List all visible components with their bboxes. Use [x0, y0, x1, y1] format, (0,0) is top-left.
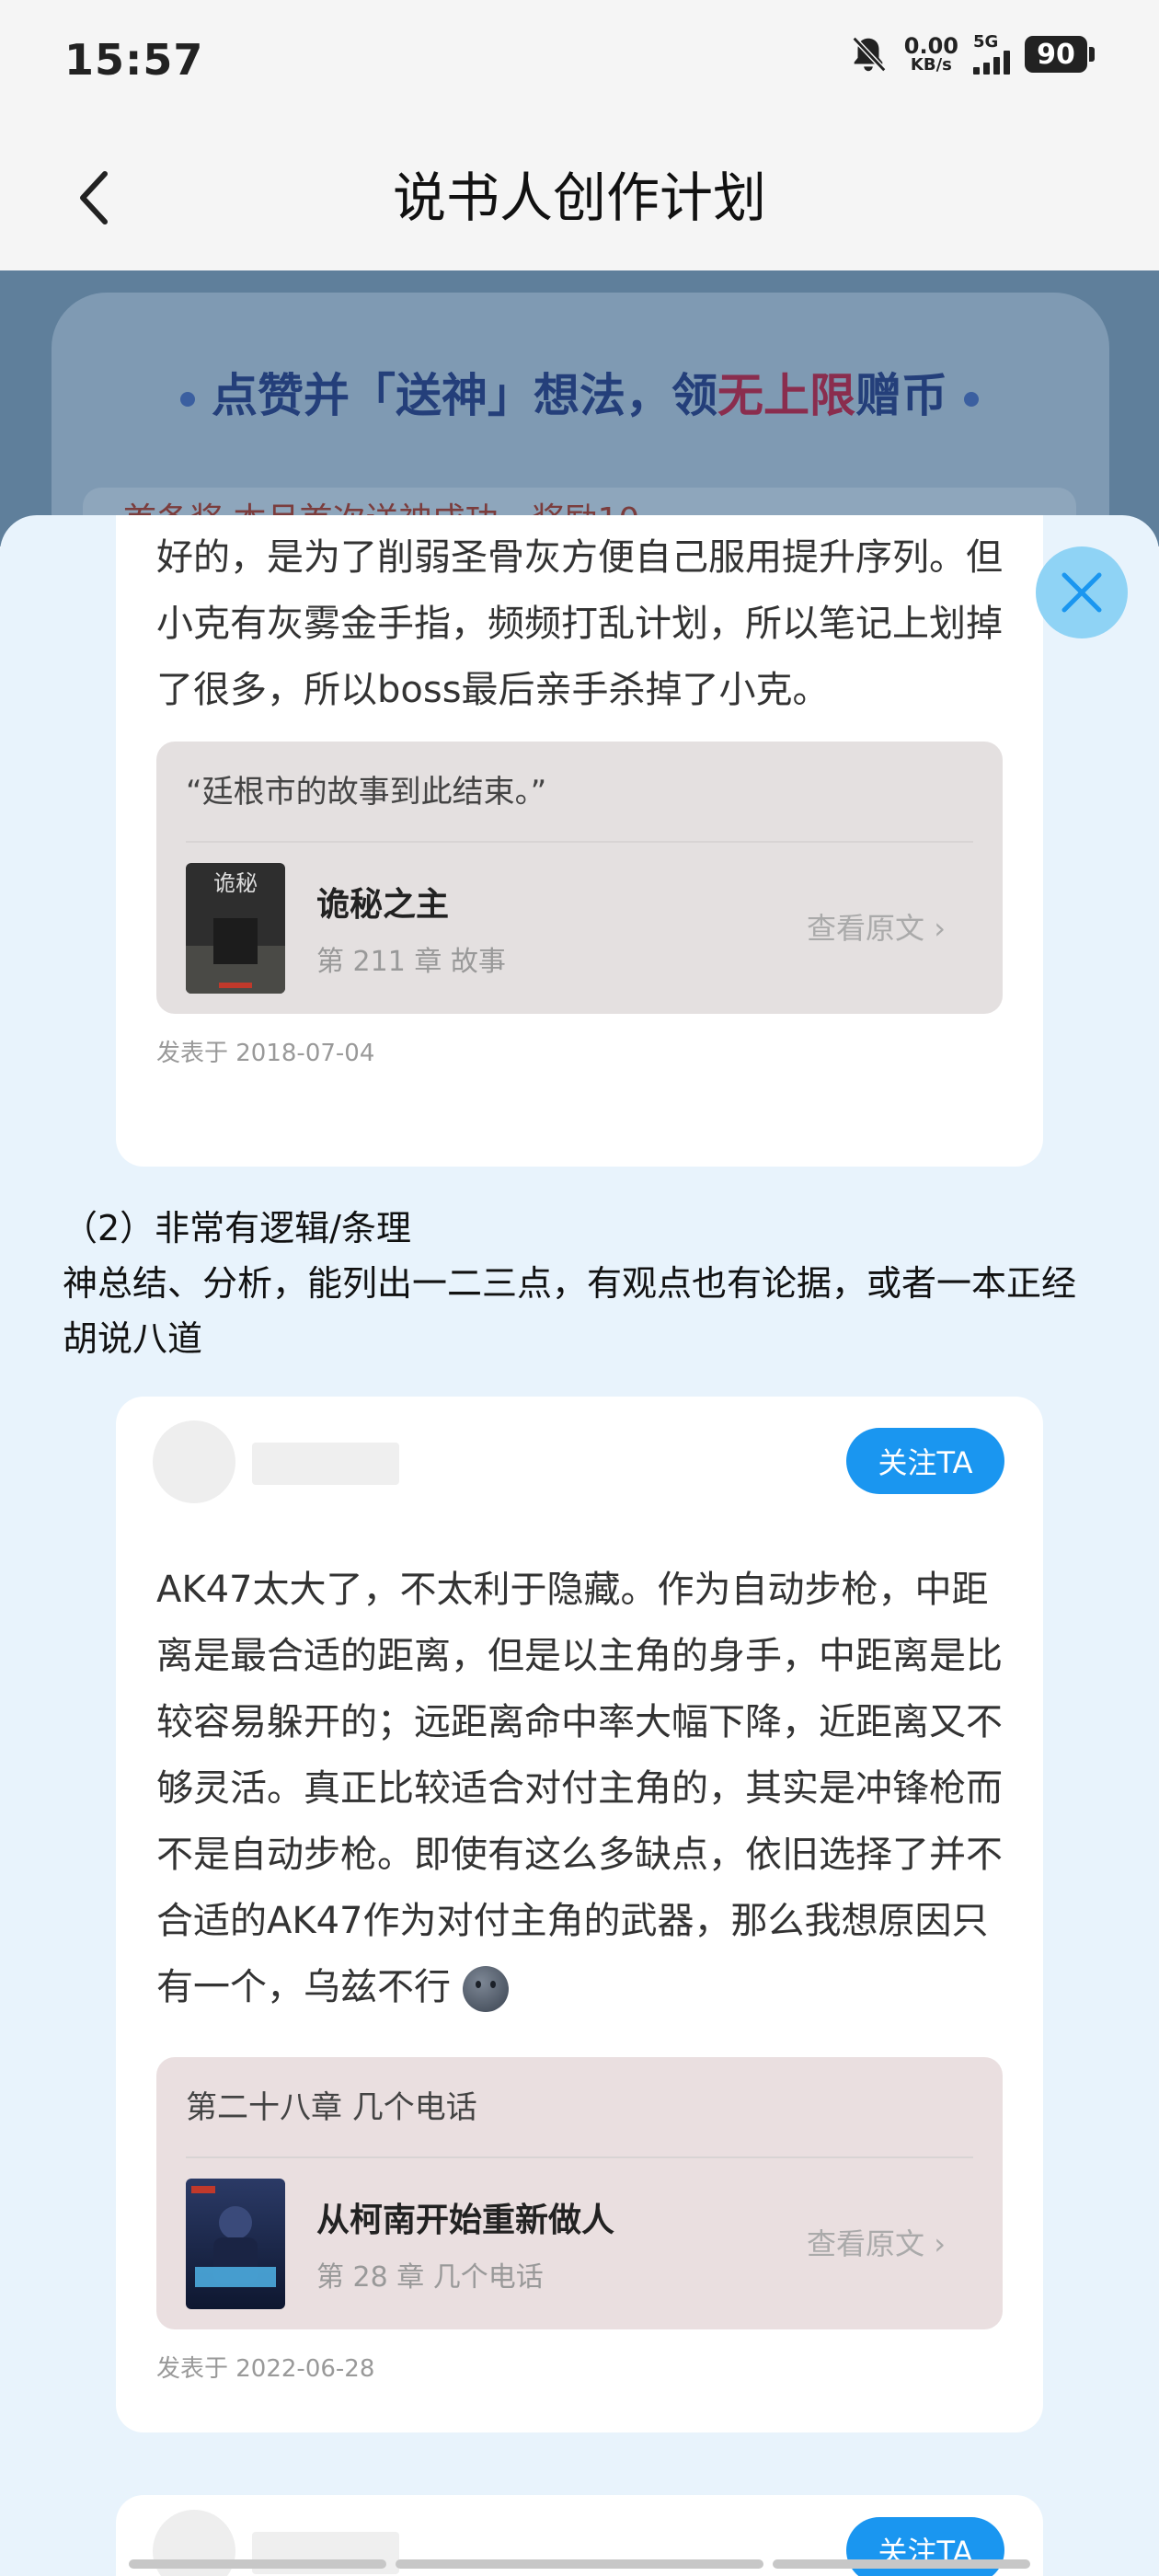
network-type: 5G [973, 32, 999, 52]
avatar[interactable] [153, 1420, 235, 1503]
status-time: 15:57 [64, 35, 204, 85]
mute-bell-icon [852, 36, 887, 73]
book-row[interactable]: 诡秘 诡秘之主 第 211 章 故事 查看原文 › [186, 843, 973, 1014]
scroll-indicator [396, 2559, 763, 2569]
net-speed-unit: KB/s [910, 55, 952, 75]
close-button[interactable] [1036, 546, 1128, 638]
posted-date: 发表于 2022-06-28 [156, 2355, 375, 2383]
user-row: 关注TA [116, 1406, 1043, 1516]
close-icon [1061, 572, 1102, 613]
page-title: 说书人创作计划 [392, 167, 766, 229]
quote-text: 第二十八章 几个电话 [186, 2057, 973, 2158]
section-description: 神总结、分析，能列出一二三点，有观点也有论据，或者一本正经胡说八道 [63, 1263, 1077, 1359]
section-heading: （2）非常有逻辑/条理 神总结、分析，能列出一二三点，有观点也有论据，或者一本正… [63, 1201, 1102, 1366]
banner-text-highlight: 无上限 [717, 369, 855, 422]
book-chapter: 第 28 章 几个电话 [316, 2261, 544, 2294]
thought-card[interactable]: 关注TA AK47太大了，不太利于隐藏。作为自动步枪，中距离是最合适的距离，但是… [116, 1397, 1043, 2432]
username-placeholder [252, 1443, 399, 1485]
section-title: （2）非常有逻辑/条理 [63, 1208, 411, 1248]
quote-text: “廷根市的故事到此结束。” [186, 742, 973, 843]
signal-icon: 5G [973, 34, 1010, 75]
book-chapter: 第 211 章 故事 [316, 946, 506, 978]
battery-level: 90 [1025, 36, 1087, 73]
quote-block[interactable]: “廷根市的故事到此结束。” 诡秘 诡秘之主 第 211 章 故事 查看原文 › [156, 742, 1003, 1014]
nav-bar: 说书人创作计划 [0, 129, 1159, 270]
net-speed-value: 0.00 [903, 33, 958, 59]
book-title: 从柯南开始重新做人 [316, 2202, 615, 2239]
book-cover: 诡秘 [186, 863, 285, 994]
moon-emoji-icon [462, 1966, 509, 2012]
scroll-indicator [129, 2559, 386, 2569]
card-text: AK47太大了，不太利于隐藏。作为自动步枪，中距离是最合适的距离，但是以主角的身… [116, 1557, 1043, 2020]
view-original-link[interactable]: 查看原文 › [807, 843, 946, 1014]
battery-icon: 90 [1025, 36, 1095, 73]
view-original-link[interactable]: 查看原文 › [807, 2158, 946, 2329]
book-title: 诡秘之主 [316, 886, 450, 924]
status-bar: 15:57 0.00 KB/s 5G 90 [0, 0, 1159, 129]
book-cover [186, 2179, 285, 2309]
posted-date: 发表于 2018-07-04 [156, 1040, 375, 1067]
card-text: 好的，是为了削弱圣骨灰方便自己服用提升序列。但小克有灰雾金手指，频频打乱计划，所… [156, 536, 1003, 711]
banner-title: 点赞并「送神」想法，领无上限赠币 [0, 359, 1159, 425]
follow-button[interactable]: 关注TA [846, 1428, 1004, 1494]
bottom-sheet[interactable]: 好的，是为了削弱圣骨灰方便自己服用提升序列。但小克有灰雾金手指，频频打乱计划，所… [0, 515, 1159, 2576]
book-row[interactable]: 从柯南开始重新做人 第 28 章 几个电话 查看原文 › [186, 2158, 973, 2329]
status-icons: 0.00 KB/s 5G 90 [847, 33, 1095, 75]
net-speed: 0.00 KB/s [904, 35, 958, 74]
quote-block[interactable]: 第二十八章 几个电话 从柯南开始重新做人 第 28 章 几个电话 查看原文 › [156, 2057, 1003, 2329]
thought-card[interactable]: 好的，是为了削弱圣骨灰方便自己服用提升序列。但小克有灰雾金手指，频频打乱计划，所… [116, 515, 1043, 1167]
banner-text-part2: 赠币 [855, 369, 947, 422]
card-text-body: AK47太大了，不太利于隐藏。作为自动步枪，中距离是最合适的距离，但是以主角的身… [156, 1569, 1003, 2008]
svg-text:诡秘: 诡秘 [213, 870, 258, 896]
banner-text-part1: 点赞并「送神」想法，领 [212, 369, 717, 422]
scroll-indicator [773, 2559, 1030, 2569]
